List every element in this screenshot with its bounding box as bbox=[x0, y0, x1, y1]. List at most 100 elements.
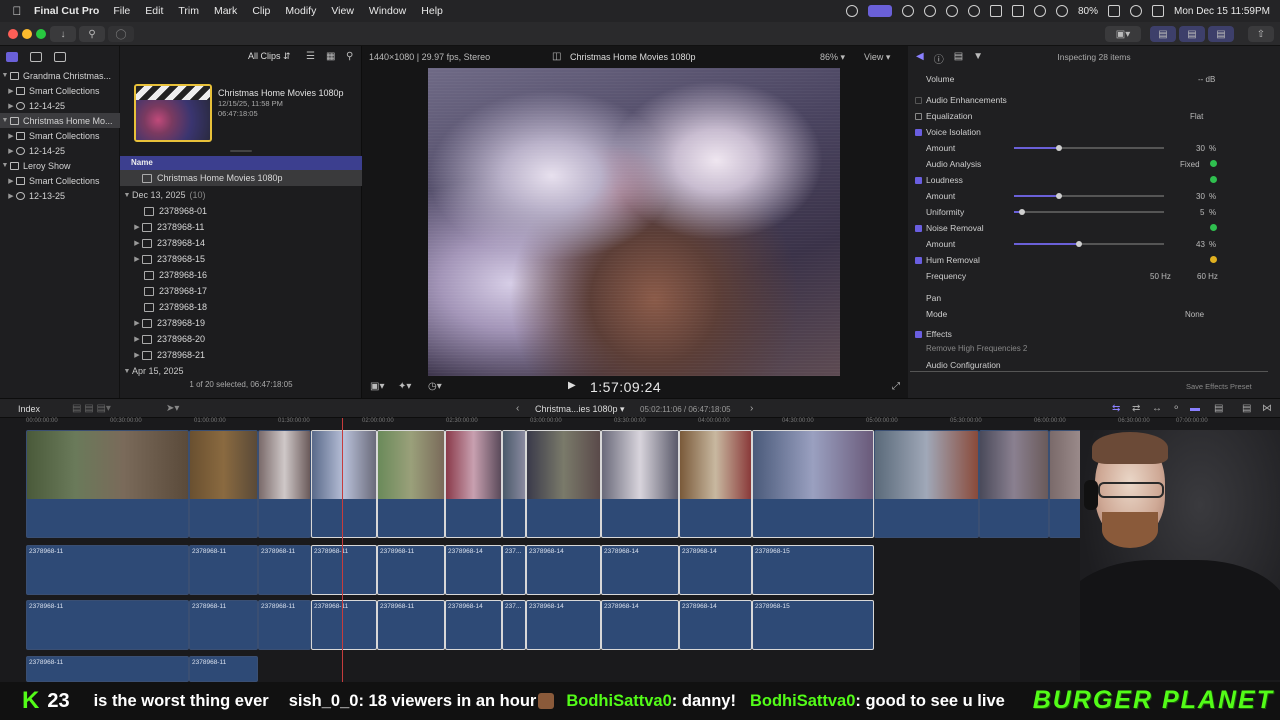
menu-file[interactable]: File bbox=[113, 5, 130, 17]
audio-clip[interactable]: 2378968-11 bbox=[189, 545, 258, 595]
photos-tab-icon[interactable] bbox=[30, 52, 42, 62]
speed-icon[interactable]: ◷▾ bbox=[428, 381, 442, 392]
search-icon[interactable] bbox=[1130, 5, 1143, 17]
list-item[interactable]: 2378968-16 bbox=[120, 267, 362, 283]
play-icon[interactable] bbox=[946, 5, 958, 17]
event-item[interactable]: ▶ 12-14-25 bbox=[0, 143, 120, 158]
hum-removal-checkbox[interactable] bbox=[915, 256, 922, 264]
video-clip[interactable] bbox=[526, 430, 601, 538]
audio-clip[interactable]: 2378968-14 bbox=[445, 545, 502, 595]
smart-collections-item[interactable]: ▶ Smart Collections bbox=[0, 83, 120, 98]
view-menu[interactable]: View ▾ bbox=[864, 52, 890, 63]
date-group-header[interactable]: ▼ Dec 13, 2025 (10) bbox=[120, 187, 362, 203]
battery-icon[interactable] bbox=[1108, 5, 1121, 17]
smart-collections-item[interactable]: ▶ Smart Collections bbox=[0, 173, 120, 188]
audio-clip[interactable]: 2378968-11 bbox=[258, 545, 311, 595]
forward-arrow-icon[interactable]: › bbox=[750, 403, 753, 414]
video-clip[interactable] bbox=[377, 430, 445, 538]
connect-clip-icon[interactable]: ▤ ▤ ▤▾ bbox=[72, 403, 111, 414]
disclosure-icon[interactable]: ▼ bbox=[0, 162, 10, 169]
disclosure-icon[interactable]: ▼ bbox=[122, 368, 132, 375]
disclosure-icon[interactable]: ▶ bbox=[6, 87, 16, 95]
effect-item[interactable]: Remove High Frequencies 2 bbox=[908, 344, 1280, 353]
audio-clip[interactable]: 2378968-11 bbox=[377, 600, 445, 650]
audio-clip[interactable]: 2378968-11 bbox=[26, 656, 189, 682]
volume-icon[interactable] bbox=[968, 5, 980, 17]
apple-icon[interactable]:  bbox=[10, 4, 24, 18]
audio-clip[interactable]: 2378968-11 bbox=[311, 545, 377, 595]
audio-clip[interactable]: 2378968-14 bbox=[526, 545, 601, 595]
video-clip[interactable] bbox=[679, 430, 752, 538]
audio-clip[interactable]: 2378968-14 bbox=[601, 600, 679, 650]
list-item[interactable]: 2378968-01 bbox=[120, 203, 362, 219]
smart-collections-item[interactable]: ▶ Smart Collections bbox=[0, 128, 120, 143]
show-browser-button[interactable]: ▤ bbox=[1150, 26, 1176, 42]
library-item[interactable]: ▼ Grandma Christmas... bbox=[0, 68, 120, 83]
audio-clip[interactable]: 2378968-11 bbox=[258, 600, 311, 650]
noise-amount-knob[interactable] bbox=[1075, 241, 1082, 247]
freq-50-option[interactable]: 50 Hz bbox=[1150, 272, 1171, 281]
skimming-icon[interactable]: ⇆ bbox=[1112, 403, 1120, 414]
event-item[interactable]: ▶ 12-13-25 bbox=[0, 188, 120, 203]
audio-clip[interactable]: 2378968-11 bbox=[26, 545, 189, 595]
audio-clip[interactable]: 2378968-11 bbox=[311, 600, 377, 650]
video-clip[interactable] bbox=[502, 430, 526, 538]
effects-browser-icon[interactable]: ▤ bbox=[1242, 403, 1251, 414]
video-clip[interactable] bbox=[26, 430, 189, 538]
audio-clip[interactable]: 2378968-14 bbox=[445, 600, 502, 650]
menu-clock[interactable]: Mon Dec 15 11:59PM bbox=[1174, 6, 1270, 17]
pan-section[interactable]: Pan bbox=[908, 290, 1280, 306]
menu-modify[interactable]: Modify bbox=[285, 5, 316, 17]
play-button[interactable]: ▶ bbox=[568, 380, 576, 391]
zoom-slider-icon[interactable]: ▬ bbox=[1190, 403, 1200, 414]
zoom-window-button[interactable] bbox=[36, 29, 46, 39]
audio-configuration-header[interactable]: Audio Configuration bbox=[910, 358, 1268, 372]
disclosure-icon[interactable]: ▶ bbox=[132, 239, 142, 247]
loudness-amount-knob[interactable] bbox=[1056, 193, 1062, 199]
disclosure-icon[interactable]: ▶ bbox=[132, 351, 142, 359]
video-clip[interactable] bbox=[979, 430, 1049, 538]
menu-help[interactable]: Help bbox=[421, 5, 443, 17]
menu-view[interactable]: View bbox=[331, 5, 354, 17]
disclosure-icon[interactable]: ▶ bbox=[6, 102, 16, 110]
video-frame[interactable] bbox=[428, 68, 840, 376]
audio-clip[interactable]: 2378968-11 bbox=[26, 600, 189, 650]
video-clip[interactable] bbox=[311, 430, 377, 538]
freq-60-option[interactable]: 60 Hz bbox=[1197, 272, 1218, 281]
disclosure-icon[interactable]: ▶ bbox=[132, 319, 142, 327]
disclosure-icon[interactable]: ▶ bbox=[6, 132, 16, 140]
workspace-menu[interactable]: ▣▾ bbox=[1105, 26, 1141, 42]
timecode-display[interactable]: 1:57:09:24 bbox=[590, 379, 661, 395]
thumbnail-size-handle[interactable] bbox=[230, 150, 252, 152]
audio-skim-icon[interactable]: ⇄ bbox=[1132, 403, 1140, 414]
audio-clip[interactable]: 2378968-15 bbox=[752, 545, 874, 595]
minimize-window-button[interactable] bbox=[22, 29, 32, 39]
audio-clip[interactable]: 2378968-14 bbox=[601, 545, 679, 595]
video-clip[interactable] bbox=[445, 430, 502, 538]
import-button[interactable]: ↓ bbox=[50, 26, 76, 42]
app-menu[interactable]: Final Cut Pro bbox=[34, 5, 99, 17]
select-tool-icon[interactable]: ➤▾ bbox=[166, 403, 179, 414]
audio-clip[interactable]: 2378968-14 bbox=[679, 545, 752, 595]
transitions-icon[interactable]: ⋈ bbox=[1262, 403, 1272, 414]
disclosure-icon[interactable]: ▶ bbox=[6, 192, 16, 200]
menu-trim[interactable]: Trim bbox=[178, 5, 199, 17]
back-arrow-icon[interactable]: ‹ bbox=[516, 403, 519, 414]
save-effects-preset-button[interactable]: Save Effects Preset bbox=[1186, 382, 1252, 391]
clip-filter-menu[interactable]: All Clips ⇵ bbox=[248, 51, 291, 62]
fullscreen-icon[interactable]: ⤢ bbox=[892, 381, 900, 392]
audio-clip[interactable]: 2378968-11 bbox=[189, 656, 258, 682]
uniformity-slider[interactable] bbox=[1014, 211, 1164, 213]
event-item[interactable]: ▶ 12-14-25 bbox=[0, 98, 120, 113]
headphones-icon[interactable]: ⚬ bbox=[1172, 403, 1180, 414]
project-thumbnail[interactable] bbox=[134, 84, 212, 142]
transform-icon[interactable]: ▣▾ bbox=[370, 381, 384, 392]
disclosure-icon[interactable]: ▶ bbox=[132, 255, 142, 263]
vi-amount-knob[interactable] bbox=[1056, 145, 1062, 151]
wifi-icon[interactable] bbox=[1056, 5, 1068, 17]
voice-isolation-checkbox[interactable] bbox=[915, 128, 922, 136]
date-group-header[interactable]: ▼ Apr 15, 2025 bbox=[120, 363, 362, 379]
background-tasks-button[interactable]: ◯ bbox=[108, 26, 134, 42]
audio-clip[interactable]: 2378968-14 bbox=[679, 600, 752, 650]
index-button[interactable]: Index bbox=[18, 404, 40, 414]
